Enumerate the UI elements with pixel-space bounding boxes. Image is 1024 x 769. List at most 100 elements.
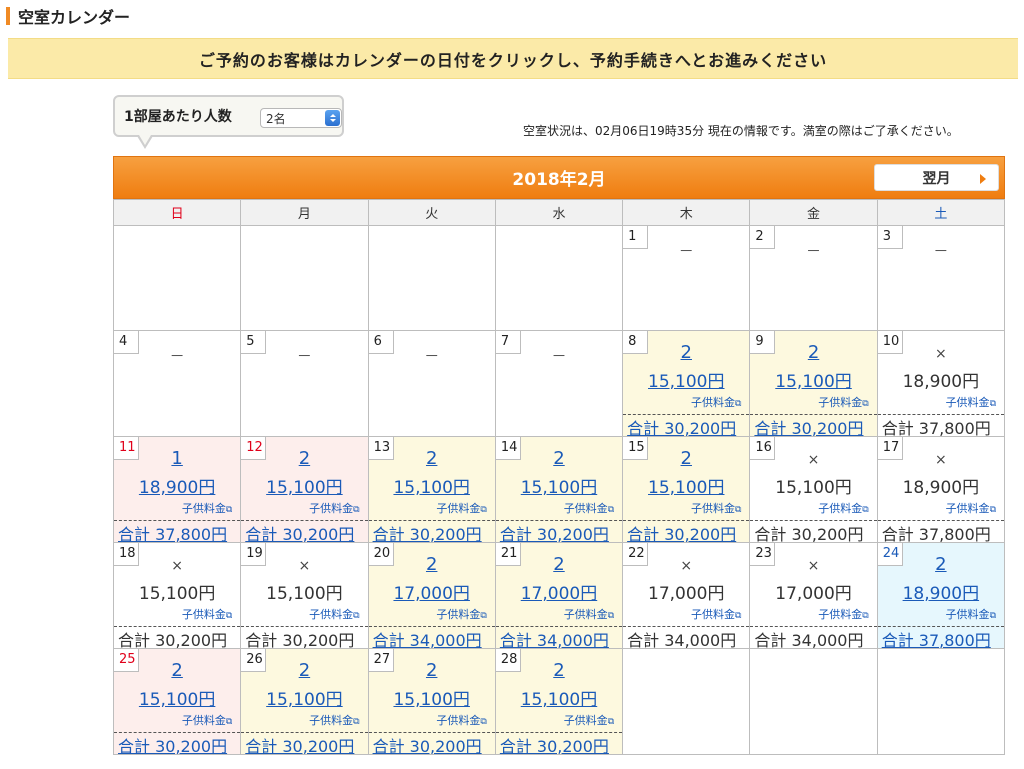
sold-out-mark: × xyxy=(934,452,947,468)
child-price-link[interactable]: 子供料金⧉ xyxy=(818,606,868,622)
calendar-day-28[interactable]: 28 2 15,100円 子供料金⧉ 合計 30,200円 xyxy=(494,648,624,756)
room-price[interactable]: 15,100円 xyxy=(114,685,240,710)
room-price[interactable]: 18,900円 xyxy=(114,473,240,498)
room-price[interactable]: 15,100円 xyxy=(750,367,876,392)
room-price[interactable]: 15,100円 xyxy=(369,685,495,710)
child-price-link[interactable]: 子供料金⧉ xyxy=(818,500,868,516)
total-price[interactable]: 合計 30,200円 xyxy=(368,732,495,756)
rooms-available-link[interactable]: 2 xyxy=(623,448,749,469)
rooms-available-link[interactable]: 2 xyxy=(623,342,749,363)
unavailable-mark: － xyxy=(424,347,440,365)
room-price[interactable]: 15,100円 xyxy=(496,473,622,498)
child-price-link[interactable]: 子供料金⧉ xyxy=(564,500,614,516)
child-price-link[interactable]: 子供料金⧉ xyxy=(818,394,868,410)
calendar-day-27[interactable]: 27 2 15,100円 子供料金⧉ 合計 30,200円 xyxy=(367,648,496,756)
child-price-link[interactable]: 子供料金⧉ xyxy=(564,712,614,728)
child-price-link[interactable]: 子供料金⧉ xyxy=(946,394,996,410)
calendar-day-14[interactable]: 14 2 15,100円 子供料金⧉ 合計 30,200円 xyxy=(494,436,624,544)
rooms-available-link[interactable]: 2 xyxy=(369,660,495,681)
calendar-day-13[interactable]: 13 2 15,100円 子供料金⧉ 合計 30,200円 xyxy=(367,436,496,544)
rooms-available-link[interactable]: 2 xyxy=(496,448,622,469)
child-price-link[interactable]: 子供料金⧉ xyxy=(182,712,232,728)
rooms-available-link[interactable]: 2 xyxy=(241,660,367,681)
calendar-empty-cell xyxy=(367,225,496,331)
room-price[interactable]: 15,100円 xyxy=(369,473,495,498)
calendar-day-26[interactable]: 26 2 15,100円 子供料金⧉ 合計 30,200円 xyxy=(240,648,369,756)
room-price[interactable]: 15,100円 xyxy=(241,685,367,710)
total-price[interactable]: 合計 30,200円 xyxy=(368,520,495,544)
total-price[interactable]: 合計 30,200円 xyxy=(623,520,750,544)
child-price-link[interactable]: 子供料金⧉ xyxy=(691,500,741,516)
total-price[interactable]: 合計 30,200円 xyxy=(623,414,750,438)
weekday-fri: 金 xyxy=(749,199,878,226)
child-price-label: 子供料金 xyxy=(181,608,226,621)
child-price-label: 子供料金 xyxy=(945,502,990,515)
room-price[interactable]: 15,100円 xyxy=(496,685,622,710)
rooms-available-link[interactable]: 2 xyxy=(878,554,1004,575)
section-title: 空室カレンダー xyxy=(6,4,130,28)
room-price[interactable]: 15,100円 xyxy=(623,473,749,498)
people-select[interactable]: 2名 xyxy=(260,108,342,128)
room-price: 18,900円 xyxy=(902,372,980,392)
child-price-link[interactable]: 子供料金⧉ xyxy=(691,394,741,410)
total-price[interactable]: 合計 30,200円 xyxy=(241,732,368,756)
rooms-available-link[interactable]: 2 xyxy=(369,554,495,575)
calendar-day-11[interactable]: 11 1 18,900円 子供料金⧉ 合計 37,800円 xyxy=(112,436,242,544)
room-price[interactable]: 15,100円 xyxy=(623,367,749,392)
total-price[interactable]: 合計 30,200円 xyxy=(750,414,877,438)
child-price-link[interactable]: 子供料金⧉ xyxy=(436,606,486,622)
total-price[interactable]: 合計 30,200円 xyxy=(495,732,623,756)
room-price: 15,100円 xyxy=(266,584,343,604)
calendar-day-12[interactable]: 12 2 15,100円 子供料金⧉ 合計 30,200円 xyxy=(240,436,369,544)
people-per-room-box: 1部屋あたり人数 2名 xyxy=(113,95,344,149)
rooms-available-link[interactable]: 2 xyxy=(750,342,876,363)
calendar-day-3: 3 － xyxy=(876,225,1006,331)
total-price[interactable]: 合計 37,800円 xyxy=(114,520,241,544)
sold-out-mark: × xyxy=(807,558,820,574)
child-price-link[interactable]: 子供料金⧉ xyxy=(309,712,359,728)
rooms-available-link[interactable]: 2 xyxy=(496,554,622,575)
rooms-available-link[interactable]: 1 xyxy=(114,448,240,469)
child-price-link[interactable]: 子供料金⧉ xyxy=(309,606,359,622)
room-price[interactable]: 15,100円 xyxy=(241,473,367,498)
room-price[interactable]: 17,000円 xyxy=(369,579,495,604)
child-price-link[interactable]: 子供料金⧉ xyxy=(946,500,996,516)
rooms-available-link[interactable]: 2 xyxy=(114,660,240,681)
child-price-link[interactable]: 子供料金⧉ xyxy=(564,606,614,622)
child-price-link[interactable]: 子供料金⧉ xyxy=(946,606,996,622)
total-price[interactable]: 合計 30,200円 xyxy=(241,520,368,544)
child-price-label: 子供料金 xyxy=(181,714,226,727)
room-price[interactable]: 18,900円 xyxy=(878,579,1004,604)
rooms-available-link[interactable]: 2 xyxy=(496,660,622,681)
calendar-day-24[interactable]: 24 2 18,900円 子供料金⧉ 合計 37,800円 xyxy=(876,542,1006,650)
child-price-link[interactable]: 子供料金⧉ xyxy=(436,500,486,516)
people-select-value: 2名 xyxy=(266,111,286,126)
total-price[interactable]: 合計 34,000円 xyxy=(368,626,495,650)
next-month-button[interactable]: 翌月 xyxy=(874,164,999,191)
total-price[interactable]: 合計 34,000円 xyxy=(495,626,623,650)
room-price[interactable]: 17,000円 xyxy=(496,579,622,604)
unavailable-mark: － xyxy=(169,347,185,365)
rooms-available-link[interactable]: 2 xyxy=(241,448,367,469)
child-price-label: 子供料金 xyxy=(818,396,863,409)
total-price[interactable]: 合計 30,200円 xyxy=(495,520,623,544)
calendar-day-25[interactable]: 25 2 15,100円 子供料金⧉ 合計 30,200円 xyxy=(112,648,242,756)
calendar-day-8[interactable]: 8 2 15,100円 子供料金⧉ 合計 30,200円 xyxy=(622,330,751,438)
child-price-link[interactable]: 子供料金⧉ xyxy=(182,606,232,622)
rooms-available-link[interactable]: 2 xyxy=(369,448,495,469)
total-price[interactable]: 合計 37,800円 xyxy=(877,626,1004,650)
calendar-empty-cell xyxy=(876,648,1006,755)
calendar-day-9[interactable]: 9 2 15,100円 子供料金⧉ 合計 30,200円 xyxy=(749,330,878,438)
calendar-day-21[interactable]: 21 2 17,000円 子供料金⧉ 合計 34,000円 xyxy=(494,542,624,650)
external-link-icon: ⧉ xyxy=(353,717,360,727)
child-price-link[interactable]: 子供料金⧉ xyxy=(436,712,486,728)
child-price-link[interactable]: 子供料金⧉ xyxy=(691,606,741,622)
child-price-link[interactable]: 子供料金⧉ xyxy=(309,500,359,516)
total-price[interactable]: 合計 30,200円 xyxy=(114,732,241,756)
child-price-link[interactable]: 子供料金⧉ xyxy=(182,500,232,516)
calendar-day-20[interactable]: 20 2 17,000円 子供料金⧉ 合計 34,000円 xyxy=(367,542,496,650)
next-month-label: 翌月 xyxy=(922,170,951,187)
calendar-day-17: 17 × 18,900円 子供料金⧉ 合計 37,800円 xyxy=(876,436,1006,544)
calendar-day-15[interactable]: 15 2 15,100円 子供料金⧉ 合計 30,200円 xyxy=(622,436,751,544)
external-link-icon: ⧉ xyxy=(989,399,996,409)
